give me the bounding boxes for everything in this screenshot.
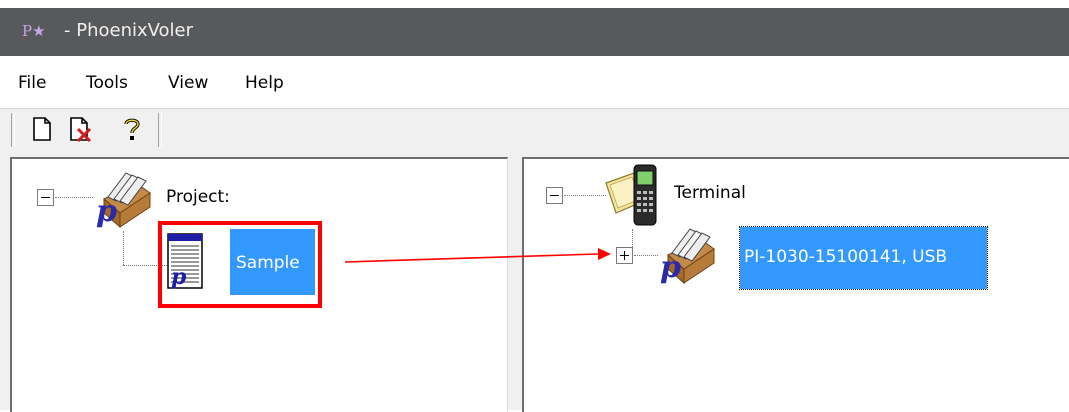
title-bar: P★ - PhoenixVoler (0, 8, 1069, 56)
tree-connector (632, 229, 633, 247)
menu-help[interactable]: Help (245, 73, 284, 93)
menu-file[interactable]: File (18, 73, 46, 93)
terminal-icon[interactable] (600, 163, 666, 229)
window-title: - PhoenixVoler (64, 20, 194, 41)
toolbar (0, 108, 1069, 152)
project-tree-pane[interactable]: p Project: p Sample (10, 157, 508, 412)
menu-bar: File Tools View Help (0, 66, 1069, 102)
highlight-box (158, 221, 322, 308)
delete-file-icon[interactable] (66, 115, 94, 143)
app-icon: P★ (22, 22, 46, 40)
project-root-label[interactable]: Project: (166, 187, 230, 207)
new-file-icon[interactable] (28, 115, 56, 143)
menu-view[interactable]: View (168, 73, 208, 93)
device-project-icon[interactable]: p (654, 225, 718, 287)
project-icon[interactable]: p (90, 169, 154, 231)
terminal-tree-pane[interactable]: Terminal p PI-1030-15100141, USB (522, 157, 1069, 412)
tree-connector (55, 197, 93, 198)
tree-connector (123, 231, 124, 265)
terminal-item-device[interactable]: PI-1030-15100141, USB (739, 226, 988, 290)
help-icon[interactable] (118, 115, 146, 143)
project-collapse-button[interactable] (37, 189, 54, 206)
toolbar-separator (158, 113, 162, 147)
terminal-root-label[interactable]: Terminal (674, 183, 746, 203)
menu-tools[interactable]: Tools (86, 73, 128, 93)
device-expand-button[interactable] (616, 247, 633, 264)
terminal-collapse-button[interactable] (546, 187, 563, 204)
svg-text:p: p (660, 250, 681, 285)
toolbar-grip (11, 113, 15, 147)
svg-text:p: p (96, 194, 117, 229)
